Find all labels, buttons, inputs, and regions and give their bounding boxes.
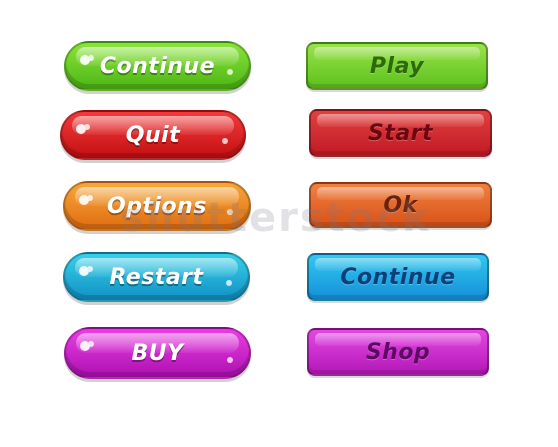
start-button[interactable]: Start [309, 109, 492, 157]
buy-button[interactable]: BUY [64, 327, 251, 379]
gloss-highlight [222, 138, 228, 144]
shop-button-label: Shop [365, 339, 431, 365]
start-button-label: Start [367, 120, 434, 146]
gloss-highlight [76, 124, 86, 134]
continue-button[interactable]: Continue [64, 41, 251, 91]
gloss-highlight [227, 357, 233, 363]
gloss-highlight [80, 341, 90, 351]
options-button-label: Options [107, 193, 207, 219]
gloss-highlight [227, 209, 233, 215]
ok-button[interactable]: Ok [309, 182, 492, 228]
buy-button-label: BUY [131, 340, 184, 366]
continue-flat-button-label: Continue [340, 264, 456, 290]
gloss-highlight [79, 195, 89, 205]
gloss-highlight [226, 280, 232, 286]
continue-button-label: Continue [99, 53, 216, 79]
shop-button[interactable]: Shop [307, 328, 489, 376]
restart-button[interactable]: Restart [63, 252, 250, 302]
restart-button-label: Restart [109, 264, 204, 290]
gloss-highlight [79, 266, 89, 276]
play-button[interactable]: Play [306, 42, 488, 90]
play-button-label: Play [369, 53, 425, 79]
options-button[interactable]: Options [63, 181, 251, 231]
quit-button[interactable]: Quit [60, 110, 246, 160]
gloss-highlight [227, 69, 233, 75]
continue-flat-button[interactable]: Continue [307, 253, 489, 301]
quit-button-label: Quit [125, 122, 181, 148]
gloss-highlight [80, 55, 90, 65]
ok-button-label: Ok [383, 192, 418, 218]
